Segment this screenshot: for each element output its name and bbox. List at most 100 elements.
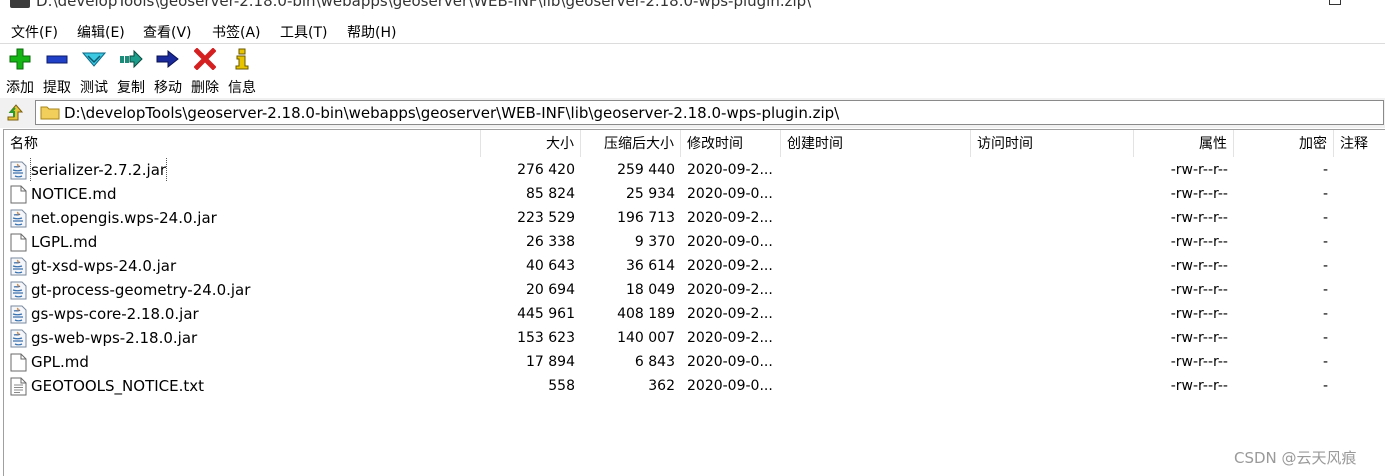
- column-size[interactable]: 大小: [481, 130, 581, 157]
- file-name-cell: serializer-2.7.2.jar: [8, 158, 484, 182]
- file-row[interactable]: serializer-2.7.2.jar 276 420 259 440 2020-0…: [4, 158, 1385, 182]
- info-button[interactable]: 信息: [224, 48, 260, 96]
- file-packed-size: 9 370: [634, 234, 675, 250]
- menu-view[interactable]: 查看(V): [143, 22, 192, 42]
- file-attributes: -rw-r--r--: [1170, 234, 1228, 250]
- file-attributes: -rw-r--r--: [1170, 258, 1228, 274]
- java-file-icon: [10, 161, 27, 180]
- file-encrypted: -: [1322, 306, 1328, 322]
- address-field[interactable]: D:\developTools\geoserver-2.18.0-bin\web…: [35, 100, 1384, 125]
- file-row[interactable]: LGPL.md 26 338 9 370 2020-09-0... -rw-r--r--…: [4, 230, 1385, 254]
- file-size: 153 623: [517, 330, 575, 346]
- java-file-icon: [10, 257, 27, 276]
- file-packed-size: 36 614: [626, 258, 675, 274]
- add-button[interactable]: 添加: [2, 48, 38, 96]
- java-file-icon: [10, 281, 27, 300]
- move-button[interactable]: 移动: [150, 48, 186, 96]
- file-name-cell: LGPL.md: [8, 230, 484, 254]
- file-modified: 2020-09-0...: [687, 378, 773, 394]
- file-row[interactable]: NOTICE.md 85 824 25 934 2020-09-0... -rw-r--…: [4, 182, 1385, 206]
- column-comment[interactable]: 注释: [1334, 130, 1385, 157]
- column-modified[interactable]: 修改时间: [681, 130, 781, 157]
- file-name: LGPL.md: [31, 233, 98, 251]
- file-encrypted: -: [1322, 186, 1328, 202]
- watermark: CSDN @云天风痕: [1234, 449, 1357, 467]
- file-modified: 2020-09-2...: [687, 258, 773, 274]
- file-encrypted: -: [1322, 354, 1328, 370]
- column-created[interactable]: 创建时间: [781, 130, 971, 157]
- menu-edit[interactable]: 编辑(E): [77, 22, 125, 42]
- add-label: 添加: [6, 80, 34, 96]
- file-packed-size: 362: [648, 378, 675, 394]
- java-file-icon: [10, 329, 27, 348]
- file-packed-size: 6 843: [634, 354, 675, 370]
- file-name: gs-web-wps-2.18.0.jar: [31, 329, 198, 347]
- file-row[interactable]: gs-web-wps-2.18.0.jar 153 623 140 007 2020-…: [4, 326, 1385, 350]
- file-size: 20 694: [526, 282, 575, 298]
- file-row[interactable]: gt-process-geometry-24.0.jar 20 694 18 049…: [4, 278, 1385, 302]
- file-name-cell: GEOTOOLS_NOTICE.txt: [8, 374, 484, 398]
- java-file-icon: [10, 209, 27, 228]
- extract-button[interactable]: 提取: [39, 48, 75, 96]
- file-attributes: -rw-r--r--: [1170, 378, 1228, 394]
- column-attributes[interactable]: 属性: [1134, 130, 1234, 157]
- address-path: D:\developTools\geoserver-2.18.0-bin\web…: [64, 104, 840, 122]
- file-encrypted: -: [1322, 234, 1328, 250]
- file-packed-size: 25 934: [626, 186, 675, 202]
- column-accessed[interactable]: 访问时间: [971, 130, 1134, 157]
- title-bar: D:\developTools\geoserver-2.18.0-bin\web…: [0, 0, 1385, 14]
- folder-icon: [40, 106, 60, 120]
- file-name: serializer-2.7.2.jar: [29, 158, 168, 182]
- column-name[interactable]: 名称: [4, 130, 481, 157]
- info-icon: [235, 48, 249, 70]
- file-name-cell: gs-wps-core-2.18.0.jar: [8, 302, 484, 326]
- column-encrypted[interactable]: 加密: [1234, 130, 1334, 157]
- column-packed-size[interactable]: 压缩后大小: [581, 130, 681, 157]
- delete-icon: [194, 48, 216, 70]
- file-name-cell: GPL.md: [8, 350, 484, 374]
- file-attributes: -rw-r--r--: [1170, 186, 1228, 202]
- copy-button[interactable]: 复制: [113, 48, 149, 96]
- app-icon: [10, 0, 30, 8]
- test-button[interactable]: 测试: [76, 48, 112, 96]
- info-label: 信息: [228, 80, 256, 96]
- delete-button[interactable]: 删除: [187, 48, 223, 96]
- file-encrypted: -: [1322, 330, 1328, 346]
- restore-button[interactable]: [1329, 0, 1341, 5]
- file-row[interactable]: GPL.md 17 894 6 843 2020-09-0... -rw-r--r-- -: [4, 350, 1385, 374]
- menu-file[interactable]: 文件(F): [11, 22, 58, 42]
- test-label: 测试: [80, 80, 108, 96]
- file-name: gs-wps-core-2.18.0.jar: [31, 305, 199, 323]
- file-modified: 2020-09-0...: [687, 354, 773, 370]
- file-attributes: -rw-r--r--: [1170, 162, 1228, 178]
- file-packed-size: 408 189: [617, 306, 675, 322]
- file-size: 85 824: [526, 186, 575, 202]
- file-modified: 2020-09-0...: [687, 186, 773, 202]
- menu-bookmarks[interactable]: 书签(A): [212, 22, 261, 42]
- file-packed-size: 196 713: [617, 210, 675, 226]
- file-name: GPL.md: [31, 353, 89, 371]
- file-row[interactable]: net.opengis.wps-24.0.jar 223 529 196 713 20…: [4, 206, 1385, 230]
- move-icon: [156, 49, 179, 69]
- file-row[interactable]: gs-wps-core-2.18.0.jar 445 961 408 189 2020…: [4, 302, 1385, 326]
- move-label: 移动: [154, 80, 182, 96]
- file-row[interactable]: gt-xsd-wps-24.0.jar 40 643 36 614 2020-09-2…: [4, 254, 1385, 278]
- menu-help[interactable]: 帮助(H): [347, 22, 396, 42]
- file-name-cell: gt-xsd-wps-24.0.jar: [8, 254, 484, 278]
- file-size: 276 420: [517, 162, 575, 178]
- file-packed-size: 18 049: [626, 282, 675, 298]
- file-attributes: -rw-r--r--: [1170, 330, 1228, 346]
- up-folder-icon[interactable]: [6, 104, 26, 122]
- document-file-icon: [10, 353, 27, 372]
- address-bar: D:\developTools\geoserver-2.18.0-bin\web…: [0, 98, 1385, 128]
- file-encrypted: -: [1322, 162, 1328, 178]
- file-modified: 2020-09-0...: [687, 234, 773, 250]
- file-row[interactable]: GEOTOOLS_NOTICE.txt 558 362 2020-09-0... -rw…: [4, 374, 1385, 398]
- file-list: 名称 大小 压缩后大小 修改时间 创建时间 访问时间 属性 加密 注释 seri…: [3, 129, 1385, 476]
- file-packed-size: 259 440: [617, 162, 675, 178]
- menu-tools[interactable]: 工具(T): [280, 22, 327, 42]
- file-modified: 2020-09-2...: [687, 330, 773, 346]
- file-attributes: -rw-r--r--: [1170, 354, 1228, 370]
- file-size: 223 529: [517, 210, 575, 226]
- test-icon: [82, 52, 106, 67]
